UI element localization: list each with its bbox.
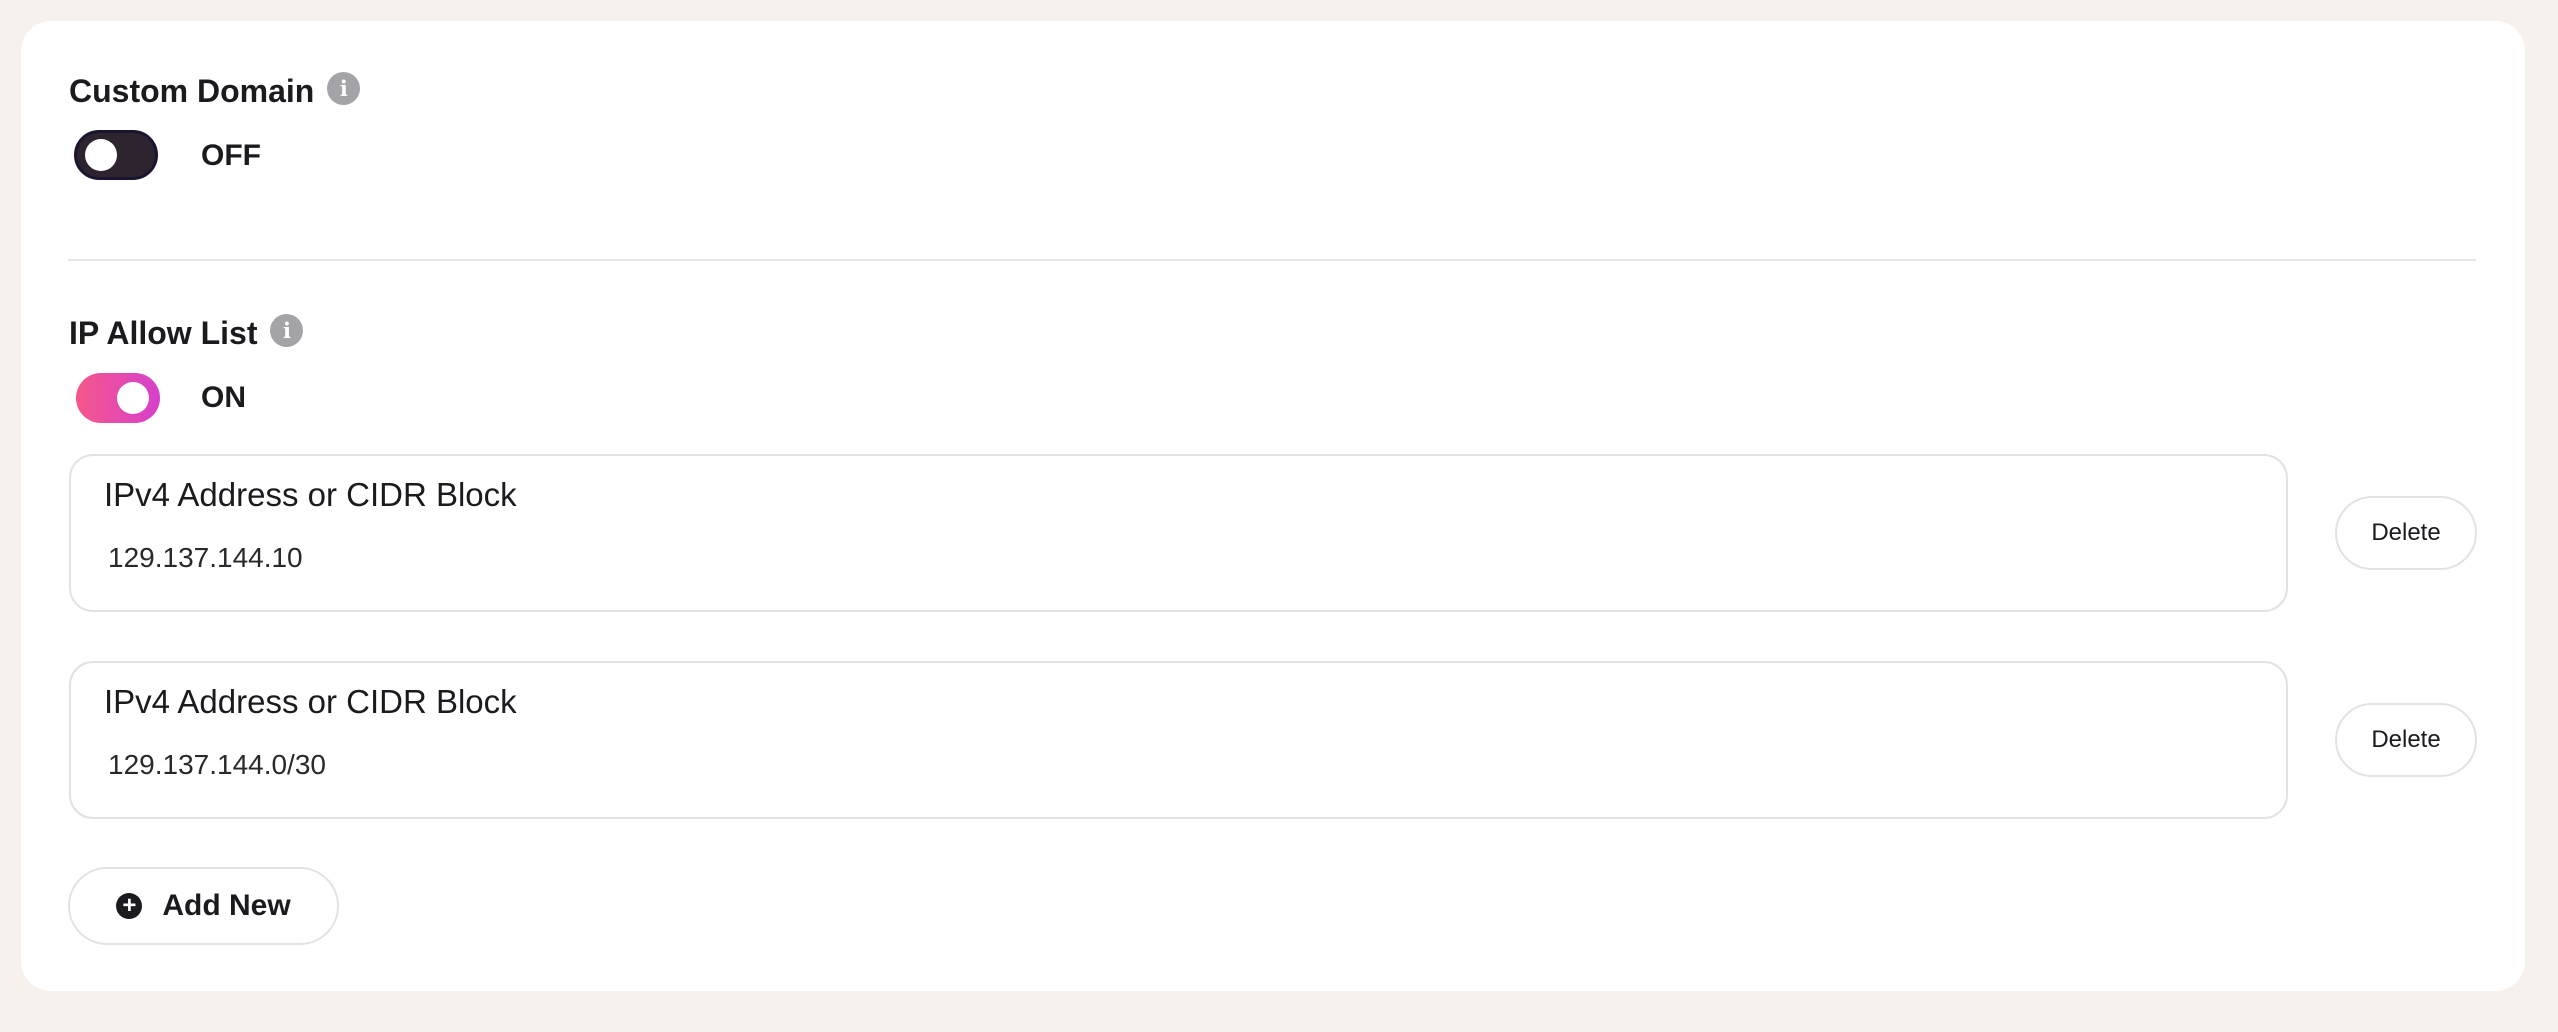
- delete-button[interactable]: Delete: [2335, 703, 2477, 777]
- ip-field-value[interactable]: 129.137.144.10: [108, 542, 303, 574]
- delete-button[interactable]: Delete: [2335, 496, 2477, 570]
- add-new-label: Add New: [162, 889, 291, 922]
- toggle-knob: [85, 139, 117, 171]
- ip-allow-list-toggle[interactable]: [76, 373, 160, 423]
- add-new-button[interactable]: + Add New: [68, 867, 339, 945]
- custom-domain-toggle[interactable]: [74, 130, 158, 180]
- ip-address-field[interactable]: IPv4 Address or CIDR Block 129.137.144.0…: [69, 661, 2288, 819]
- ip-field-value[interactable]: 129.137.144.0/30: [108, 749, 326, 781]
- plus-circle-icon: +: [116, 893, 143, 919]
- ip-address-field[interactable]: IPv4 Address or CIDR Block 129.137.144.1…: [69, 454, 2288, 612]
- custom-domain-toggle-state: OFF: [201, 139, 261, 172]
- toggle-knob: [117, 382, 149, 414]
- section-divider: [68, 259, 2476, 261]
- ip-field-label: IPv4 Address or CIDR Block: [104, 683, 517, 720]
- custom-domain-title: Custom Domain: [69, 73, 315, 109]
- ip-allow-list-title: IP Allow List: [69, 315, 258, 351]
- ip-allow-list-toggle-state: ON: [201, 381, 246, 414]
- settings-card: Custom Domain i OFF IP Allow List i ON I…: [21, 21, 2525, 991]
- custom-domain-title-row: Custom Domain i: [69, 72, 361, 110]
- ip-allow-list-title-row: IP Allow List i: [69, 314, 304, 352]
- info-icon[interactable]: i: [327, 72, 361, 105]
- ip-field-label: IPv4 Address or CIDR Block: [104, 476, 517, 513]
- info-icon[interactable]: i: [270, 314, 304, 347]
